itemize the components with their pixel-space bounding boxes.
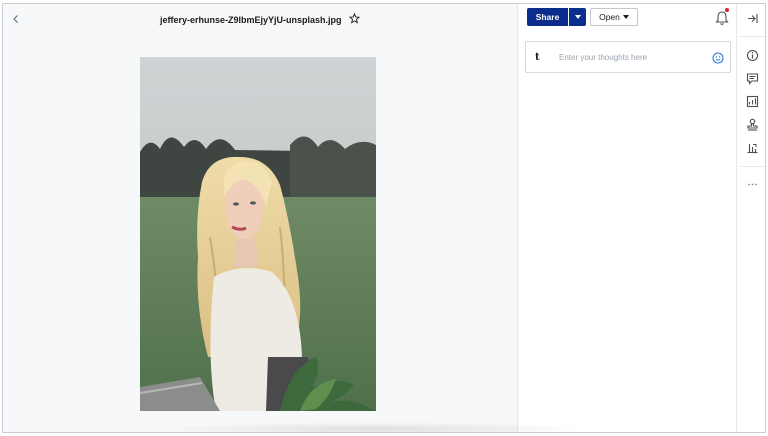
comment-placeholder: Enter your thoughts here — [559, 53, 648, 62]
smiley-icon — [712, 52, 724, 64]
star-icon[interactable] — [348, 12, 361, 27]
share-button[interactable]: Share — [527, 8, 568, 26]
rail-divider — [740, 166, 765, 167]
share-button-group: Share — [527, 8, 586, 26]
comment-icon[interactable] — [746, 72, 759, 85]
stamp-icon[interactable] — [746, 118, 759, 131]
caret-down-icon — [574, 15, 581, 19]
open-button[interactable]: Open — [590, 8, 638, 26]
image-preview — [140, 57, 376, 411]
bottom-shadow — [153, 422, 593, 432]
comment-input[interactable]: t Enter your thoughts here — [525, 41, 731, 73]
activity-chart-icon[interactable] — [746, 95, 759, 108]
file-title: jeffery-erhunse-Z9lbmEjyYjU-unsplash.jpg — [3, 12, 517, 27]
info-icon[interactable] — [746, 49, 759, 62]
side-panel: Share Open t Enter your thoughts here — [517, 4, 736, 432]
avatar: t — [535, 52, 540, 63]
collapse-panel-icon[interactable] — [746, 12, 759, 25]
emoji-button[interactable] — [712, 51, 724, 64]
more-icon[interactable] — [746, 178, 759, 191]
file-preview-area: jeffery-erhunse-Z9lbmEjyYjU-unsplash.jpg — [3, 4, 517, 432]
caret-down-icon — [622, 15, 629, 19]
analytics-icon[interactable] — [746, 141, 759, 154]
notification-dot — [725, 8, 729, 12]
open-button-label: Open — [599, 12, 620, 22]
file-name: jeffery-erhunse-Z9lbmEjyYjU-unsplash.jpg — [159, 15, 342, 25]
right-rail — [736, 4, 765, 432]
notifications-button[interactable] — [715, 8, 729, 26]
share-menu-button[interactable] — [569, 8, 586, 26]
bell-icon — [715, 11, 729, 25]
rail-divider — [740, 36, 765, 37]
app-window: jeffery-erhunse-Z9lbmEjyYjU-unsplash.jpg — [2, 3, 766, 433]
